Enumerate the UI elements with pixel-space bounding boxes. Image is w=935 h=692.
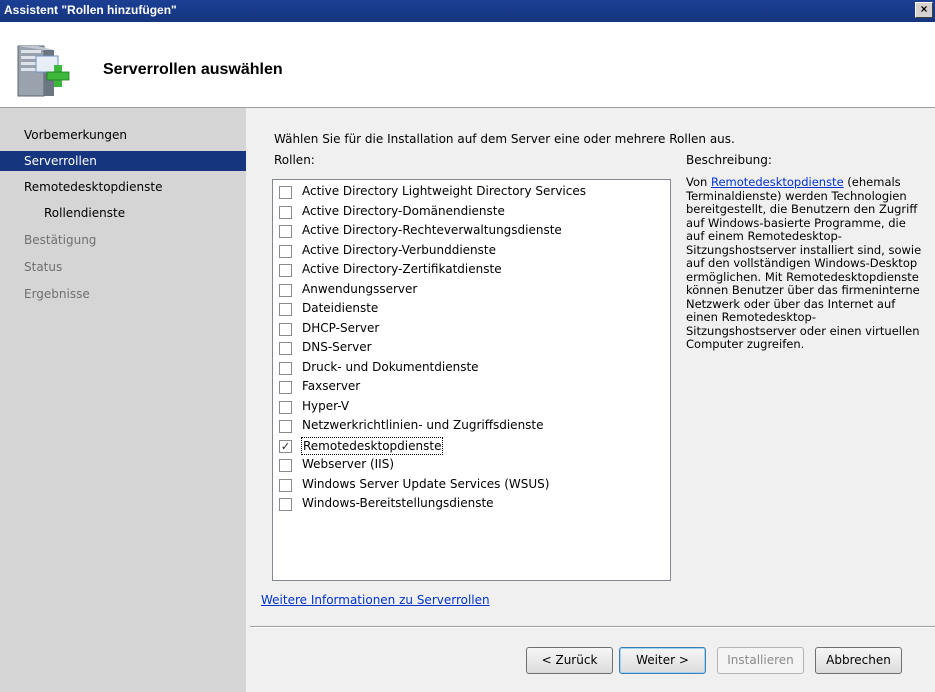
role-item[interactable]: Active Directory-Verbunddienste	[279, 242, 659, 260]
role-checkbox[interactable]	[279, 186, 292, 199]
sidebar-item-status: Status	[24, 260, 63, 274]
roles-list[interactable]: Active Directory Lightweight Directory S…	[272, 179, 671, 581]
role-checkbox[interactable]	[279, 361, 292, 375]
role-checkbox[interactable]	[279, 205, 292, 219]
role-label: Netzwerkrichtlinien- und Zugriffsdienste	[302, 418, 544, 432]
role-checkbox[interactable]	[279, 342, 292, 355]
role-label: DHCP-Server	[302, 320, 380, 335]
role-label: Active Directory-Zertifikatdienste	[302, 262, 502, 276]
role-checkbox[interactable]	[279, 498, 292, 511]
role-checkbox[interactable]	[279, 322, 292, 336]
role-checkbox-checked[interactable]: ✓	[279, 439, 292, 453]
role-label: DNS-Server	[302, 340, 372, 354]
sidebar-item-ergebnisse: Ergebnisse	[24, 287, 90, 301]
close-icon: ×	[920, 2, 928, 16]
role-label: Remotedesktopdienste	[301, 436, 444, 455]
back-button[interactable]: < Zurück	[526, 647, 613, 674]
role-item[interactable]: Dateidienste	[279, 300, 659, 318]
role-item[interactable]: Active Directory-Rechteverwaltungsdienst…	[279, 222, 659, 240]
role-checkbox[interactable]	[279, 264, 292, 277]
role-label: Active Directory-Verbunddienste	[302, 242, 496, 257]
cancel-button[interactable]: Abbrechen	[815, 647, 902, 674]
sidebar-item-remotedesktopdienste[interactable]: Remotedesktopdienste	[0, 177, 246, 197]
next-button[interactable]: Weiter >	[619, 647, 706, 674]
role-label: Windows Server Update Services (WSUS)	[302, 476, 550, 491]
role-item[interactable]: Active Directory Lightweight Directory S…	[279, 183, 659, 201]
wizard-header: Serverrollen auswählen	[0, 22, 935, 108]
role-label: Faxserver	[302, 379, 361, 393]
role-checkbox[interactable]	[279, 244, 292, 258]
role-item[interactable]: Windows Server Update Services (WSUS)	[279, 476, 659, 494]
close-button[interactable]: ×	[915, 2, 933, 18]
role-checkbox[interactable]	[279, 225, 292, 238]
page-title: Serverrollen auswählen	[103, 61, 283, 78]
role-label: Druck- und Dokumentdienste	[302, 359, 479, 374]
button-separator	[250, 626, 935, 628]
role-item[interactable]: Hyper-V	[279, 398, 659, 416]
instruction-text: Wählen Sie für die Installation auf dem …	[274, 132, 735, 146]
sidebar-item-vorbemerkungen[interactable]: Vorbemerkungen	[0, 125, 246, 145]
role-checkbox[interactable]	[279, 420, 292, 433]
server-add-icon	[17, 45, 70, 97]
role-item[interactable]: Netzwerkrichtlinien- und Zugriffsdienste	[279, 417, 659, 435]
role-item[interactable]: Druck- und Dokumentdienste	[279, 359, 659, 377]
role-label: Hyper-V	[302, 398, 350, 413]
install-button: Installieren	[717, 647, 804, 674]
role-item-selected[interactable]: ✓ Remotedesktopdienste	[279, 436, 659, 455]
role-checkbox[interactable]	[279, 459, 292, 472]
remotedesktopdienste-link[interactable]: Remotedesktopdienste	[711, 175, 844, 189]
role-item[interactable]: Active Directory-Domänendienste	[279, 203, 659, 221]
more-info-link[interactable]: Weitere Informationen zu Serverrollen	[261, 593, 490, 607]
role-item[interactable]: Windows-Bereitstellungsdienste	[279, 495, 659, 513]
description-label: Beschreibung:	[686, 153, 772, 167]
role-checkbox[interactable]	[279, 381, 292, 394]
checkmark-icon: ✓	[280, 439, 291, 453]
role-item[interactable]: Webserver (IIS)	[279, 456, 659, 474]
role-label: Active Directory-Domänendienste	[302, 203, 505, 218]
window-title: Assistent "Rollen hinzufügen"	[4, 3, 177, 17]
role-label: Webserver (IIS)	[302, 457, 395, 471]
wizard-steps-sidebar: Vorbemerkungen Serverrollen Remotedeskto…	[0, 108, 246, 692]
role-label: Dateidienste	[302, 301, 379, 315]
sidebar-item-serverrollen[interactable]: Serverrollen	[0, 151, 246, 171]
role-label: Active Directory-Rechteverwaltungsdienst…	[302, 223, 562, 237]
role-item[interactable]: Active Directory-Zertifikatdienste	[279, 261, 659, 279]
add-roles-wizard-window: Assistent "Rollen hinzufügen" × Serverro…	[0, 0, 935, 692]
sidebar-item-rollendienste[interactable]: Rollendienste	[0, 203, 246, 223]
role-item[interactable]: Faxserver	[279, 378, 659, 396]
role-description: Von Remotedesktopdienste (ehemals Termin…	[686, 175, 922, 351]
role-label: Active Directory Lightweight Directory S…	[302, 184, 586, 198]
role-checkbox[interactable]	[279, 400, 292, 414]
roles-label: Rollen:	[274, 153, 315, 167]
role-checkbox[interactable]	[279, 283, 292, 297]
role-checkbox[interactable]	[279, 478, 292, 492]
role-label: Windows-Bereitstellungsdienste	[302, 496, 494, 510]
role-label: Anwendungsserver	[302, 281, 418, 296]
role-item[interactable]: DNS-Server	[279, 339, 659, 357]
sidebar-item-bestaetigung: Bestätigung	[24, 233, 97, 247]
role-checkbox[interactable]	[279, 303, 292, 316]
role-item[interactable]: Anwendungsserver	[279, 281, 659, 299]
role-item[interactable]: DHCP-Server	[279, 320, 659, 338]
title-bar[interactable]: Assistent "Rollen hinzufügen" ×	[0, 0, 935, 22]
